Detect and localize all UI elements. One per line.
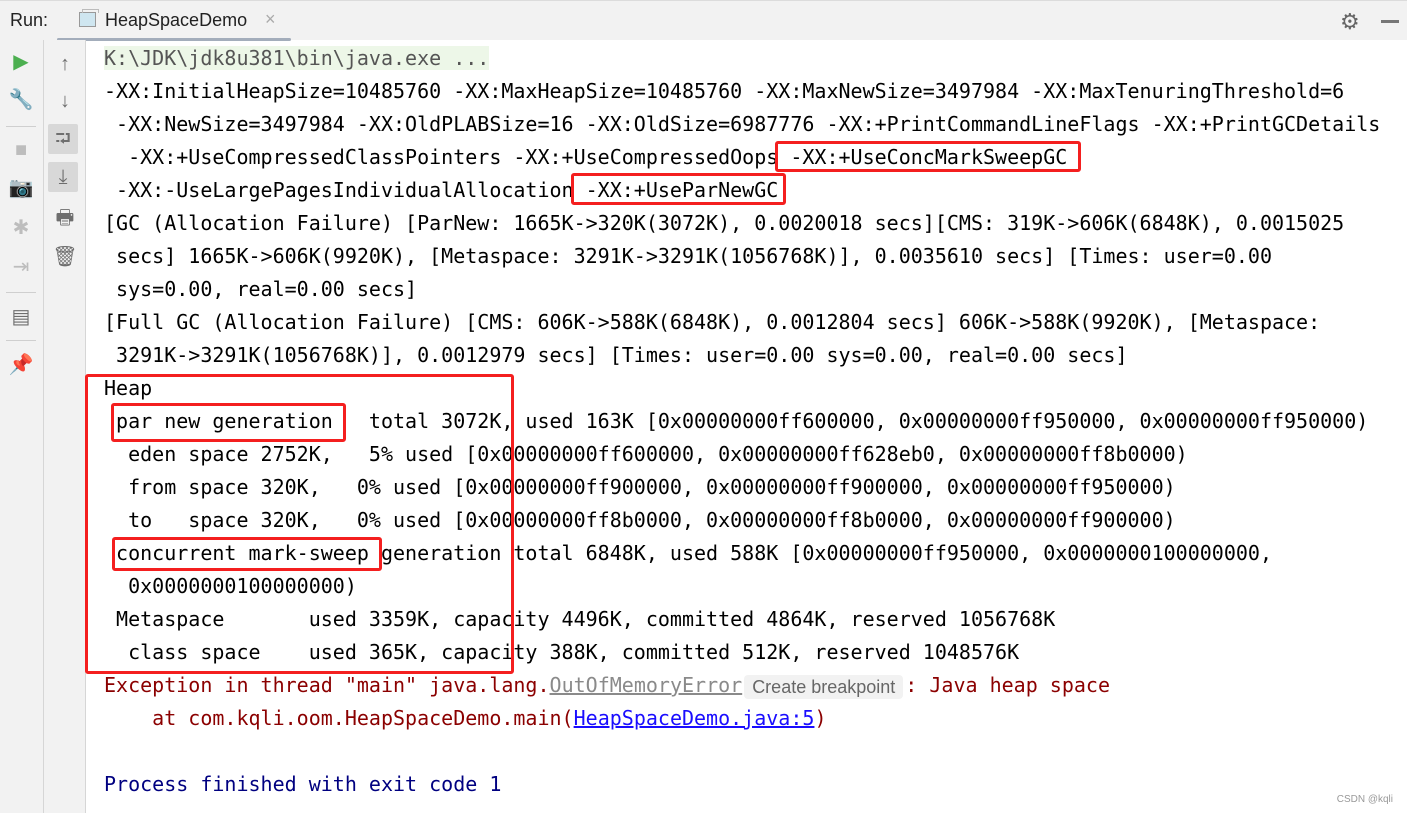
source-link[interactable]: HeapSpaceDemo.java:5 xyxy=(574,706,815,730)
highlight-box-parnew xyxy=(571,173,786,205)
toolbar-divider xyxy=(6,126,36,127)
close-icon[interactable]: × xyxy=(265,9,276,30)
login-icon[interactable]: ⇥ xyxy=(6,252,36,282)
toolbar-divider xyxy=(6,340,36,341)
down-arrow-icon[interactable]: ↓ xyxy=(50,86,80,116)
console-text: secs] 1665K->606K(9920K), [Metaspace: 32… xyxy=(104,244,1272,268)
console-line: sys=0.00, real=0.00 secs] xyxy=(104,273,1380,306)
console-text: : Java heap space xyxy=(905,673,1110,697)
stop-icon[interactable]: ■ xyxy=(6,135,36,165)
pin-icon[interactable]: 📌 xyxy=(6,350,36,380)
camera-icon[interactable]: 📷 xyxy=(6,173,36,203)
scroll-to-end-icon[interactable]: ⤓ xyxy=(48,162,78,192)
console-line: 3291K->3291K(1056768K)], 0.0012979 secs]… xyxy=(104,339,1380,372)
console-text: Process finished with exit code 1 xyxy=(104,772,502,796)
active-tab-indicator xyxy=(57,38,291,41)
console-text: [Full GC (Allocation Failure) [CMS: 606K… xyxy=(104,310,1321,334)
watermark: CSDN @kqli xyxy=(1336,794,1393,805)
console-text: sys=0.00, real=0.00 secs] xyxy=(104,277,418,301)
console-text: Exception in thread "main" java.lang. xyxy=(104,673,550,697)
console-line: -XX:InitialHeapSize=10485760 -XX:MaxHeap… xyxy=(104,75,1380,108)
tab-heapspacedemo[interactable]: HeapSpaceDemo × xyxy=(57,1,291,41)
toolbar-divider xyxy=(6,292,36,293)
trash-icon[interactable]: 🗑 xyxy=(50,242,80,272)
run-label: Run: xyxy=(10,10,49,30)
up-arrow-icon[interactable]: ↑ xyxy=(50,49,80,79)
exception-class[interactable]: OutOfMemoryError xyxy=(550,673,743,697)
console-line: K:\JDK\jdk8u381\bin\java.exe ... xyxy=(104,42,1380,75)
run-actions-toolbar: ▶ 🔧 ■ 📷 ✱ ⇥ ▤ 📌 xyxy=(0,40,44,813)
rerun-icon[interactable]: ▶ xyxy=(6,47,36,77)
wrench-icon[interactable]: 🔧 xyxy=(6,85,36,115)
console-line: -XX:NewSize=3497984 -XX:OldPLABSize=16 -… xyxy=(104,108,1380,141)
soft-wrap-icon[interactable]: ⮒ xyxy=(48,124,78,154)
console-line: -XX:+UseCompressedClassPointers -XX:+Use… xyxy=(104,141,1380,174)
highlight-box-concurrent-mark-sweep xyxy=(112,537,382,571)
console-text: K:\JDK\jdk8u381\bin\java.exe ... xyxy=(104,46,490,70)
console-text: -XX:NewSize=3497984 -XX:OldPLABSize=16 -… xyxy=(104,112,1381,136)
console-text: ) xyxy=(814,706,827,730)
highlight-box-par-new-generation xyxy=(111,403,346,442)
console-actions-toolbar: ↑ ↓ ⮒ ⤓ 🖶 🗑 xyxy=(44,40,86,813)
layout-icon[interactable]: ▤ xyxy=(6,302,36,332)
console-text: -XX:InitialHeapSize=10485760 -XX:MaxHeap… xyxy=(104,79,1345,103)
console-text: 3291K->3291K(1056768K)], 0.0012979 secs]… xyxy=(104,343,1128,367)
console-text: [GC (Allocation Failure) [ParNew: 1665K-… xyxy=(104,211,1345,235)
run-toolbar: Run: HeapSpaceDemo × ⚙ xyxy=(0,0,1407,41)
print-icon[interactable]: 🖶 xyxy=(50,203,80,233)
tab-title: HeapSpaceDemo xyxy=(105,10,248,30)
minimize-icon[interactable] xyxy=(1381,20,1399,23)
console-text: at com.kqli.oom.HeapSpaceDemo.main( xyxy=(104,706,574,730)
console-window-icon xyxy=(79,9,99,27)
console-line: [Full GC (Allocation Failure) [CMS: 606K… xyxy=(104,306,1380,339)
console-line: secs] 1665K->606K(9920K), [Metaspace: 32… xyxy=(104,240,1380,273)
console-line: Process finished with exit code 1 xyxy=(104,768,1380,801)
highlight-box-concmarksweep xyxy=(775,141,1081,172)
console-line: [GC (Allocation Failure) [ParNew: 1665K-… xyxy=(104,207,1380,240)
create-breakpoint-tooltip[interactable]: Create breakpoint xyxy=(744,674,904,699)
debug-icon[interactable]: ✱ xyxy=(6,213,36,243)
console-line: at com.kqli.oom.HeapSpaceDemo.main(HeapS… xyxy=(104,702,1380,735)
gear-icon[interactable]: ⚙ xyxy=(1340,9,1360,35)
